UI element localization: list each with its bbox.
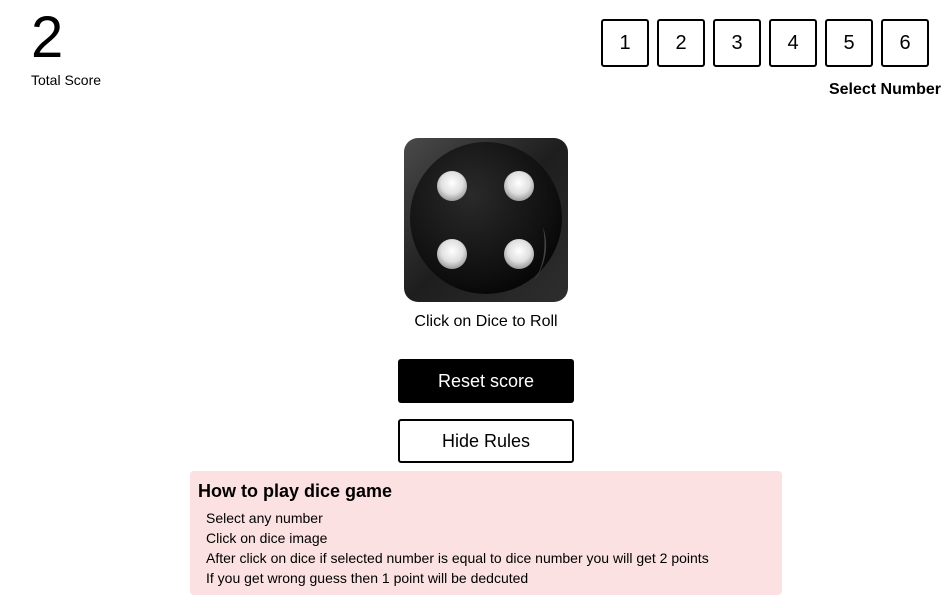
rules-title: How to play dice game <box>198 481 393 501</box>
rule-item: Select any number <box>206 510 323 526</box>
number-option-5[interactable]: 5 <box>825 19 873 67</box>
rules-panel: How to play dice game Select any number … <box>190 471 782 595</box>
dice-caption: Click on Dice to Roll <box>414 313 558 330</box>
rule-item: Click on dice image <box>206 530 328 546</box>
number-option-4[interactable]: 4 <box>769 19 817 67</box>
score-value: 2 <box>31 5 64 70</box>
reset-score-button[interactable]: Reset score <box>398 359 574 403</box>
total-score: 2 Total Score <box>31 5 102 89</box>
number-option-1[interactable]: 1 <box>601 19 649 67</box>
score-label: Total Score <box>31 72 102 88</box>
rule-item: If you get wrong guess then 1 point will… <box>206 570 529 586</box>
rule-item: After click on dice if selected number i… <box>206 550 709 566</box>
number-option-6[interactable]: 6 <box>881 19 929 67</box>
number-selector: 1 2 3 4 5 6 <box>601 19 929 67</box>
select-number-label: Select Number <box>828 81 941 98</box>
dice-game-app: 2 Total Score 1 2 3 4 5 6 Select Number <box>0 0 948 608</box>
dice-four-icon[interactable] <box>403 137 569 303</box>
hide-rules-button[interactable]: Hide Rules <box>398 419 574 463</box>
number-option-2[interactable]: 2 <box>657 19 705 67</box>
rules-list: Select any number Click on dice image Af… <box>198 508 774 588</box>
dice-image[interactable] <box>403 137 569 303</box>
number-option-3[interactable]: 3 <box>713 19 761 67</box>
